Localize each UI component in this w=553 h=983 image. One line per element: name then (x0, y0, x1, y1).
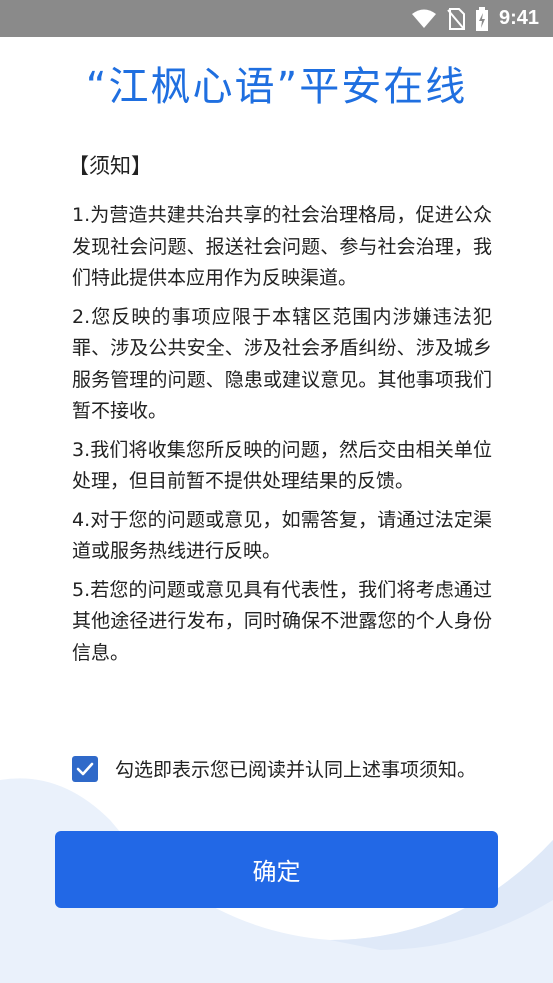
status-bar: 9:41 (0, 0, 553, 37)
agree-label[interactable]: 勾选即表示您已阅读并认同上述事项须知。 (115, 755, 476, 782)
notice-section: 【须知】 1.为营造共建共治共享的社会治理格局，促进公众发现社会问题、报送社会问… (68, 150, 492, 676)
page-title: “江枫心语”平安在线 (85, 64, 468, 110)
checkmark-icon (76, 762, 94, 775)
confirm-button[interactable]: 确定 (55, 831, 498, 908)
notice-heading: 【须知】 (68, 154, 152, 178)
status-time: 9:41 (498, 7, 539, 29)
no-sim-icon (447, 7, 465, 30)
battery-charging-icon (475, 6, 489, 31)
notice-item-2: 2.您反映的事项应限于本辖区范围内涉嫌违法犯罪、涉及公共安全、涉及社会矛盾纠纷、… (72, 305, 492, 423)
notice-item-5: 5.若您的问题或意见具有代表性，我们将考虑通过其他途径进行发布，同时确保不泄露您… (72, 578, 492, 664)
agree-checkbox[interactable] (72, 755, 98, 782)
notice-item-1: 1.为营造共建共治共享的社会治理格局，促进公众发现社会问题、报送社会问题、参与社… (72, 204, 492, 289)
notice-item-4: 4.对于您的问题或意见，如需答复，请通过法定渠道或服务热线进行反映。 (72, 508, 492, 563)
agree-row[interactable]: 勾选即表示您已阅读并认同上述事项须知。 (72, 755, 476, 782)
wifi-icon (411, 9, 437, 29)
notice-item-3: 3.我们将收集您所反映的问题，然后交由相关单位处理，但目前暂不提供处理结果的反馈… (72, 438, 492, 493)
